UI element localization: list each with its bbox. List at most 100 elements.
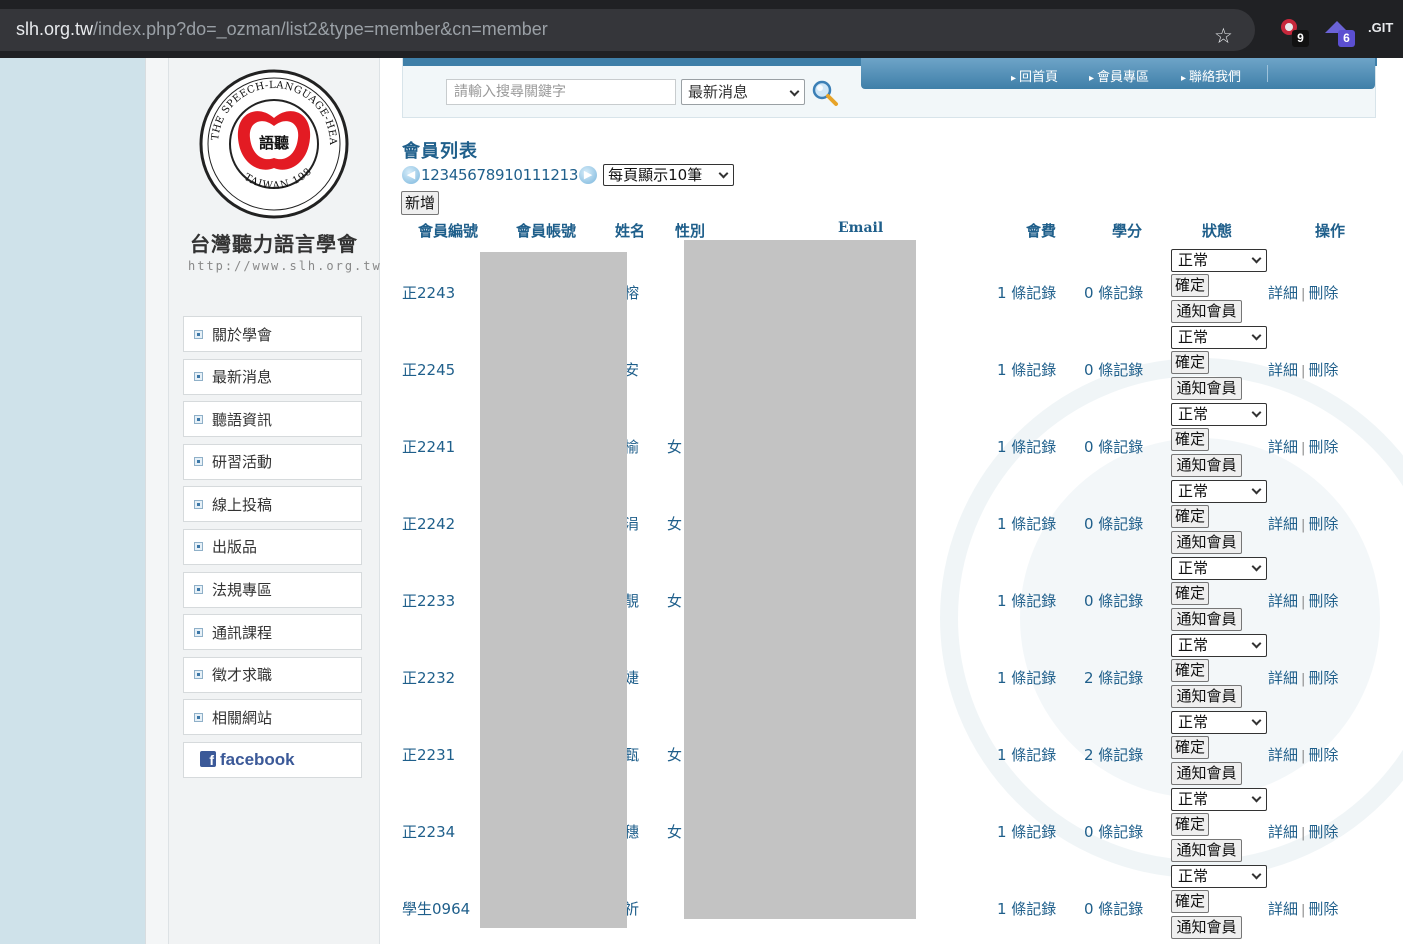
association-logo[interactable]: THE SPEECH-LANGUAGE-HEARING ASSOCIATION …	[198, 68, 350, 220]
bookmark-star-icon[interactable]: ☆	[1214, 26, 1233, 47]
notify-member-button[interactable]: 通知會員	[1171, 916, 1242, 939]
notify-member-button[interactable]: 通知會員	[1171, 377, 1242, 400]
col-header-name[interactable]: 姓名	[615, 220, 645, 241]
col-header-status[interactable]: 狀態	[1202, 220, 1232, 241]
status-select[interactable]: 正常	[1171, 249, 1267, 272]
notify-member-button[interactable]: 通知會員	[1171, 531, 1242, 554]
search-icon[interactable]	[811, 79, 839, 107]
detail-link[interactable]: 詳細	[1268, 900, 1298, 918]
status-select[interactable]: 正常	[1171, 326, 1267, 349]
credit-records-link[interactable]: 2 條記錄	[1084, 667, 1143, 688]
sidebar-item-info[interactable]: 聽語資訊	[183, 401, 362, 438]
page-links[interactable]: 12345678910111213	[421, 166, 578, 184]
sidebar-item-jobs[interactable]: 徵才求職	[183, 656, 362, 693]
confirm-button[interactable]: 確定	[1171, 659, 1209, 682]
address-bar[interactable]: slh.org.tw/index.php?do=_ozman/list2&typ…	[0, 9, 1255, 51]
fee-records-link[interactable]: 1 條記錄	[997, 744, 1056, 765]
delete-link[interactable]: 刪除	[1308, 746, 1338, 764]
fee-records-link[interactable]: 1 條記錄	[997, 282, 1056, 303]
status-select[interactable]: 正常	[1171, 865, 1267, 888]
credit-records-link[interactable]: 0 條記錄	[1084, 436, 1143, 457]
confirm-button[interactable]: 確定	[1171, 274, 1209, 297]
confirm-button[interactable]: 確定	[1171, 890, 1209, 913]
next-page-icon[interactable]: ▶	[579, 166, 598, 184]
credit-records-link[interactable]: 0 條記錄	[1084, 282, 1143, 303]
confirm-button[interactable]: 確定	[1171, 813, 1209, 836]
detail-link[interactable]: 詳細	[1268, 515, 1298, 533]
nav-contact[interactable]: 聯絡我們	[1181, 66, 1241, 85]
sidebar-item-about[interactable]: 關於學會	[183, 316, 362, 352]
sidebar-item-news[interactable]: 最新消息	[183, 358, 362, 395]
sidebar-item-submission[interactable]: 線上投稿	[183, 486, 362, 523]
confirm-button[interactable]: 確定	[1171, 736, 1209, 759]
delete-link[interactable]: 刪除	[1308, 900, 1338, 918]
sidebar-item-links[interactable]: 相關網站	[183, 699, 362, 736]
per-page-select[interactable]: 每頁顯示10筆	[603, 164, 735, 186]
fee-records-link[interactable]: 1 條記錄	[997, 359, 1056, 380]
credit-records-link[interactable]: 0 條記錄	[1084, 359, 1143, 380]
detail-link[interactable]: 詳細	[1268, 284, 1298, 302]
credit-records-link[interactable]: 0 條記錄	[1084, 590, 1143, 611]
detail-link[interactable]: 詳細	[1268, 823, 1298, 841]
delete-link[interactable]: 刪除	[1308, 515, 1338, 533]
confirm-button[interactable]: 確定	[1171, 428, 1209, 451]
delete-link[interactable]: 刪除	[1308, 592, 1338, 610]
col-header-credits[interactable]: 學分	[1112, 220, 1142, 241]
detail-link[interactable]: 詳細	[1268, 746, 1298, 764]
member-id[interactable]: 正2245	[402, 359, 455, 380]
notify-member-button[interactable]: 通知會員	[1171, 762, 1242, 785]
member-id[interactable]: 正2242	[402, 513, 455, 534]
fee-records-link[interactable]: 1 條記錄	[997, 436, 1056, 457]
col-header-id[interactable]: 會員編號	[418, 220, 478, 241]
extension-icon[interactable]: .GIT	[1368, 20, 1393, 44]
notify-member-button[interactable]: 通知會員	[1171, 454, 1242, 477]
sidebar-item-workshops[interactable]: 研習活動	[183, 443, 362, 480]
credit-records-link[interactable]: 0 條記錄	[1084, 513, 1143, 534]
detail-link[interactable]: 詳細	[1268, 669, 1298, 687]
fee-records-link[interactable]: 1 條記錄	[997, 667, 1056, 688]
notify-member-button[interactable]: 通知會員	[1171, 300, 1242, 323]
delete-link[interactable]: 刪除	[1308, 669, 1338, 687]
col-header-account[interactable]: 會員帳號	[516, 220, 576, 241]
detail-link[interactable]: 詳細	[1268, 592, 1298, 610]
member-id[interactable]: 正2232	[402, 667, 455, 688]
status-select[interactable]: 正常	[1171, 711, 1267, 734]
sidebar-item-courses[interactable]: 通訊課程	[183, 614, 362, 651]
member-id[interactable]: 正2243	[402, 282, 455, 303]
notify-member-button[interactable]: 通知會員	[1171, 685, 1242, 708]
member-id[interactable]: 學生0964	[402, 898, 470, 919]
detail-link[interactable]: 詳細	[1268, 361, 1298, 379]
extension-icon[interactable]: 9	[1279, 17, 1309, 47]
status-select[interactable]: 正常	[1171, 634, 1267, 657]
delete-link[interactable]: 刪除	[1308, 284, 1338, 302]
confirm-button[interactable]: 確定	[1171, 505, 1209, 528]
fee-records-link[interactable]: 1 條記錄	[997, 590, 1056, 611]
status-select[interactable]: 正常	[1171, 788, 1267, 811]
col-header-email[interactable]: Email	[838, 220, 883, 236]
search-category-select[interactable]: 最新消息	[681, 79, 805, 105]
member-id[interactable]: 正2241	[402, 436, 455, 457]
fee-records-link[interactable]: 1 條記錄	[997, 898, 1056, 919]
notify-member-button[interactable]: 通知會員	[1171, 608, 1242, 631]
facebook-link[interactable]: f facebook	[183, 741, 362, 778]
delete-link[interactable]: 刪除	[1308, 438, 1338, 456]
search-input[interactable]: 請輸入搜尋關鍵字	[446, 79, 676, 105]
member-id[interactable]: 正2234	[402, 821, 455, 842]
add-button[interactable]: 新增	[401, 191, 439, 215]
nav-member[interactable]: 會員專區	[1089, 66, 1149, 85]
prev-page-icon[interactable]: ◀	[402, 166, 420, 184]
status-select[interactable]: 正常	[1171, 557, 1267, 580]
sidebar-item-regulations[interactable]: 法規專區	[183, 571, 362, 608]
col-header-gender[interactable]: 性別	[675, 220, 705, 241]
delete-link[interactable]: 刪除	[1308, 823, 1338, 841]
credit-records-link[interactable]: 2 條記錄	[1084, 744, 1143, 765]
confirm-button[interactable]: 確定	[1171, 351, 1209, 374]
notify-member-button[interactable]: 通知會員	[1171, 839, 1242, 862]
nav-home[interactable]: 回首頁	[1011, 66, 1058, 85]
member-id[interactable]: 正2233	[402, 590, 455, 611]
col-header-fee[interactable]: 會費	[1026, 220, 1056, 241]
sidebar-item-publications[interactable]: 出版品	[183, 528, 362, 565]
fee-records-link[interactable]: 1 條記錄	[997, 821, 1056, 842]
extension-icon[interactable]: 6	[1325, 17, 1355, 47]
detail-link[interactable]: 詳細	[1268, 438, 1298, 456]
